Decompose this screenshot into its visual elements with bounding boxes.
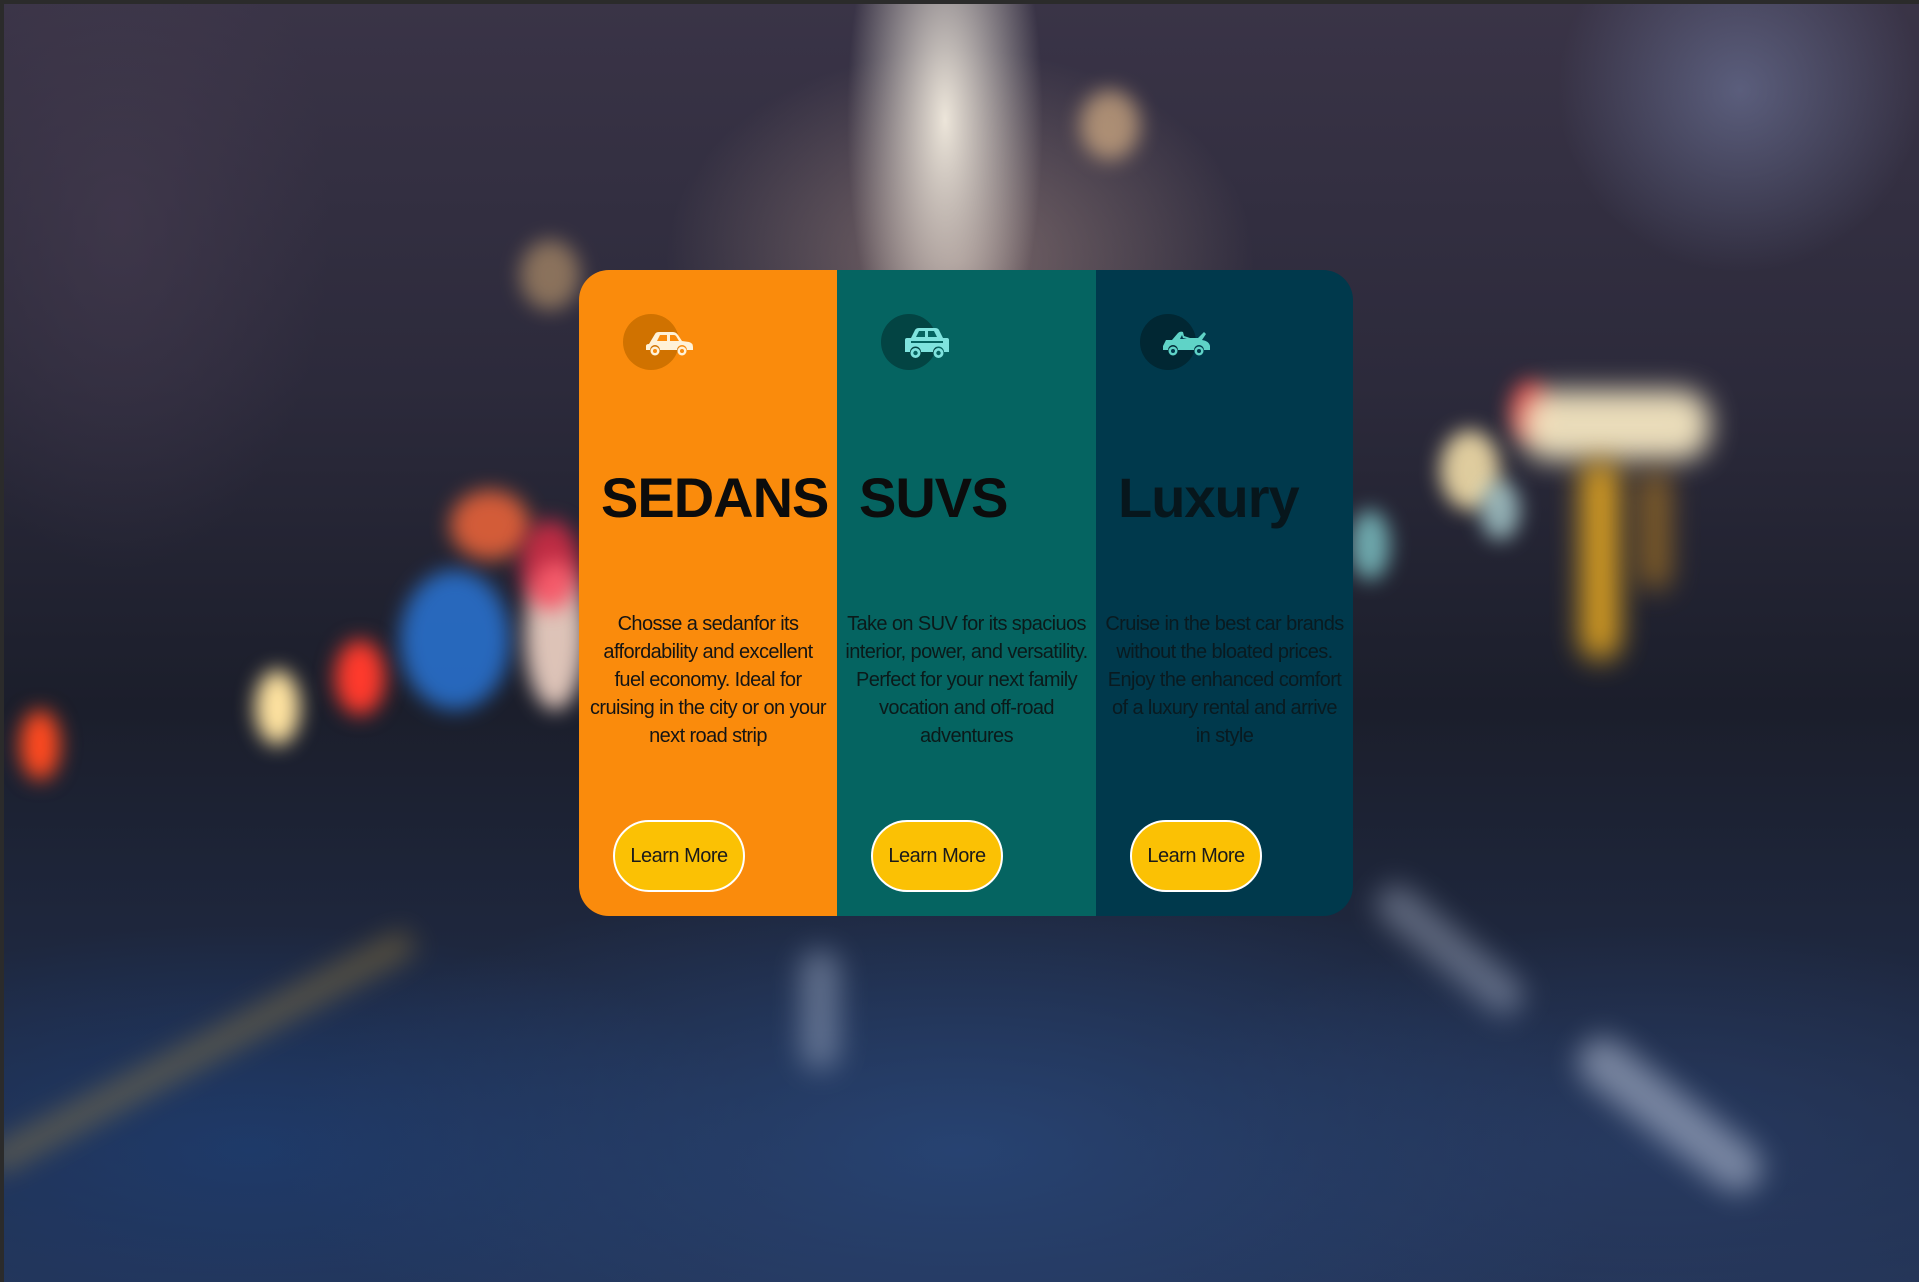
bokeh-light (255, 670, 300, 745)
bokeh-light (1640, 470, 1670, 590)
sedan-car-glyph (646, 332, 693, 356)
bokeh-light (1580, 460, 1620, 660)
road-marking (800, 950, 840, 1070)
bokeh-light (450, 490, 530, 560)
road-marking (1567, 1027, 1773, 1203)
luxury-car-glyph (1163, 331, 1210, 356)
card-sedans: SEDANS Chosse a sedanfor its affordabili… (579, 270, 837, 916)
card-title: Luxury (1118, 466, 1300, 529)
suv-car-glyph (905, 328, 949, 358)
card-description: Take on SUV for its spaciuos interior, p… (845, 613, 1088, 747)
luxury-car-icon (1140, 314, 1216, 370)
bokeh-light (335, 640, 385, 715)
bokeh-light (1080, 90, 1140, 160)
card-suvs: SUVS Take on SUV for its spaciuos interi… (837, 270, 1096, 916)
card-description: Cruise in the best car brands without th… (1105, 613, 1344, 747)
window-left-border (0, 0, 4, 1282)
learn-more-button[interactable]: Learn More (871, 820, 1003, 892)
road-marking (0, 928, 418, 1176)
card-title: SUVS (859, 466, 1008, 529)
bokeh-light (520, 520, 580, 610)
learn-more-button[interactable]: Learn More (613, 820, 745, 892)
bokeh-light (20, 710, 60, 780)
card-luxury: Luxury Cruise in the best car brands wit… (1096, 270, 1353, 916)
card-title: SEDANS (601, 466, 829, 529)
bokeh-light (520, 240, 580, 310)
bokeh-light (1520, 390, 1710, 460)
bokeh-light (1350, 510, 1390, 580)
window-top-border (0, 0, 1919, 4)
learn-more-button[interactable]: Learn More (1130, 820, 1262, 892)
sedan-car-icon (623, 314, 699, 370)
card-description: Chosse a sedanfor its affordability and … (590, 613, 827, 747)
road-marking (1368, 876, 1532, 1024)
bokeh-light (1480, 480, 1520, 540)
car-category-cards: SEDANS Chosse a sedanfor its affordabili… (579, 270, 1353, 916)
suv-car-icon (881, 314, 957, 370)
bokeh-light (400, 570, 510, 710)
